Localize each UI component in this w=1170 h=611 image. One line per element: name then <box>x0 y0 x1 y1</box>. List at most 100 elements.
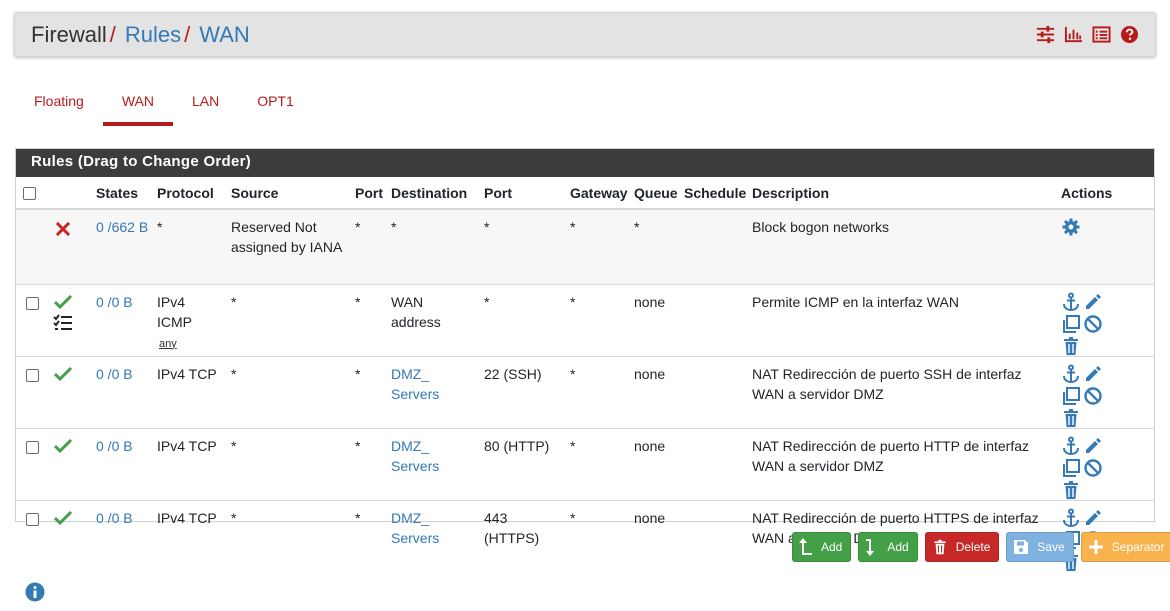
disable-icon[interactable] <box>1083 314 1103 334</box>
description-cell: Block bogon networks <box>748 209 1057 285</box>
pencil-icon[interactable] <box>1083 292 1103 312</box>
bar-chart-icon[interactable] <box>1064 25 1083 44</box>
separator-button[interactable]: Separator <box>1080 532 1170 562</box>
anchor-icon[interactable] <box>1061 292 1081 312</box>
add-top-button[interactable]: Add <box>792 532 852 562</box>
table-row[interactable]: 0 /0 B IPv4 ICMP any * * WAN address * * … <box>16 284 1154 357</box>
table-row[interactable]: 0 /0 B IPv4 TCP * * DMZ_ Servers 22 (SSH… <box>16 356 1154 429</box>
gear-icon[interactable] <box>1061 217 1081 237</box>
save-button[interactable]: Save <box>1006 532 1074 562</box>
source-port-cell: * <box>351 428 387 501</box>
row-checkbox[interactable] <box>26 368 39 382</box>
source-cell: * <box>227 356 351 429</box>
copy-icon[interactable] <box>1061 386 1081 406</box>
row-checkbox[interactable] <box>26 440 39 454</box>
trash-icon[interactable] <box>1061 408 1081 428</box>
actions-cell <box>1057 209 1154 285</box>
states-cell: 0 /0 B <box>92 356 153 429</box>
delete-button[interactable]: Delete <box>924 532 1000 562</box>
destination-cell: WAN address <box>387 284 480 357</box>
panel-title: Rules (Drag to Change Order) <box>16 149 1154 177</box>
trash-icon[interactable] <box>1061 336 1081 356</box>
add-bottom-label: Add <box>887 540 909 554</box>
breadcrumb-separator: / <box>109 22 116 47</box>
row-select-cell <box>16 284 47 357</box>
disable-icon[interactable] <box>1083 458 1103 478</box>
pencil-icon[interactable] <box>1083 364 1103 384</box>
sliders-icon[interactable] <box>1036 25 1055 44</box>
col-header-destination-port: Port <box>480 177 566 210</box>
select-all-checkbox[interactable] <box>23 187 36 201</box>
destination-port-cell: * <box>480 209 566 285</box>
source-cell: * <box>227 428 351 501</box>
add-bottom-button[interactable]: Add <box>858 532 918 562</box>
queue-cell: none <box>634 509 666 526</box>
help-icon[interactable] <box>1120 25 1139 44</box>
schedule-cell <box>680 356 748 429</box>
destination-port-cell: 80 (HTTP) <box>480 428 566 501</box>
anchor-icon[interactable] <box>1061 364 1081 384</box>
pencil-icon[interactable] <box>1083 436 1103 456</box>
list-icon[interactable] <box>1092 25 1111 44</box>
states-link[interactable]: 0 /0 B <box>96 438 133 454</box>
destination-cell: DMZ_ Servers <box>387 356 480 429</box>
breadcrumb-separator: / <box>184 22 191 47</box>
states-link[interactable]: 0 /0 B <box>96 510 133 526</box>
trash-icon[interactable] <box>1061 480 1081 500</box>
queue-cell: * <box>630 209 680 285</box>
row-select-cell <box>16 500 47 572</box>
info-icon[interactable] <box>25 582 45 602</box>
copy-icon[interactable] <box>1061 314 1081 334</box>
anchor-icon[interactable] <box>1061 436 1081 456</box>
pass-check-icon <box>53 366 73 381</box>
destination-cell: * <box>387 209 480 285</box>
breadcrumb-rules-link[interactable]: Rules <box>125 22 181 47</box>
states-link[interactable]: 0 /0 B <box>96 366 133 382</box>
tab-floating[interactable]: Floating <box>15 88 103 126</box>
anchor-icon[interactable] <box>1061 508 1081 528</box>
protocol-text: IPv4 ICMP <box>157 293 192 330</box>
disable-icon[interactable] <box>1083 386 1103 406</box>
copy-icon[interactable] <box>1061 458 1081 478</box>
destination-alias-link[interactable]: DMZ_ Servers <box>391 366 439 402</box>
col-header-source: Source <box>227 177 351 210</box>
rules-table: States Protocol Source Port Destination … <box>16 177 1154 572</box>
tab-lan[interactable]: LAN <box>173 88 238 126</box>
pencil-icon[interactable] <box>1083 508 1103 528</box>
table-header-row: States Protocol Source Port Destination … <box>16 177 1154 210</box>
table-row[interactable]: 0 /0 B IPv4 TCP * * DMZ_ Servers 80 (HTT… <box>16 428 1154 501</box>
description-cell: NAT Redirección de puerto HTTP de interf… <box>748 428 1057 501</box>
icmp-type-link[interactable]: any <box>159 337 177 351</box>
destination-alias-link[interactable]: DMZ_ Servers <box>391 510 439 546</box>
destination-alias-link[interactable]: DMZ_ Servers <box>391 438 439 474</box>
table-row[interactable]: 0 /662 B * Reserved Not assigned by IANA… <box>16 209 1154 285</box>
col-header-destination: Destination <box>387 177 480 210</box>
gateway-cell: * <box>566 356 630 429</box>
states-cell: 0 /0 B <box>92 500 153 572</box>
row-select-cell <box>16 428 47 501</box>
source-cell: * <box>227 284 351 357</box>
schedule-cell <box>680 428 748 501</box>
status-cell <box>47 284 92 357</box>
status-cell <box>47 500 92 572</box>
row-checkbox[interactable] <box>26 296 39 310</box>
arrow-up-icon <box>799 538 812 555</box>
tab-opt1[interactable]: OPT1 <box>238 88 313 126</box>
col-header-queue: Queue <box>630 177 680 210</box>
states-link[interactable]: 0 /662 B <box>96 219 148 235</box>
rule-action-bar: Add Add Delete Save Separator <box>792 532 1170 562</box>
row-checkbox[interactable] <box>26 512 39 526</box>
trash-icon <box>934 539 946 555</box>
gateway-cell: * <box>566 284 630 357</box>
tab-wan[interactable]: WAN <box>102 88 173 126</box>
select-all-header <box>16 177 47 210</box>
gateway-cell: * <box>570 509 576 526</box>
block-x-icon <box>55 221 71 237</box>
col-header-protocol: Protocol <box>153 177 227 210</box>
description-cell: Permite ICMP en la interfaz WAN <box>748 284 1057 357</box>
breadcrumb-wan-link[interactable]: WAN <box>199 22 250 47</box>
status-header <box>47 177 92 210</box>
states-link[interactable]: 0 /0 B <box>96 294 133 310</box>
pass-check-icon <box>53 510 73 525</box>
destination-port-cell: 443 (HTTPS) <box>484 509 540 546</box>
